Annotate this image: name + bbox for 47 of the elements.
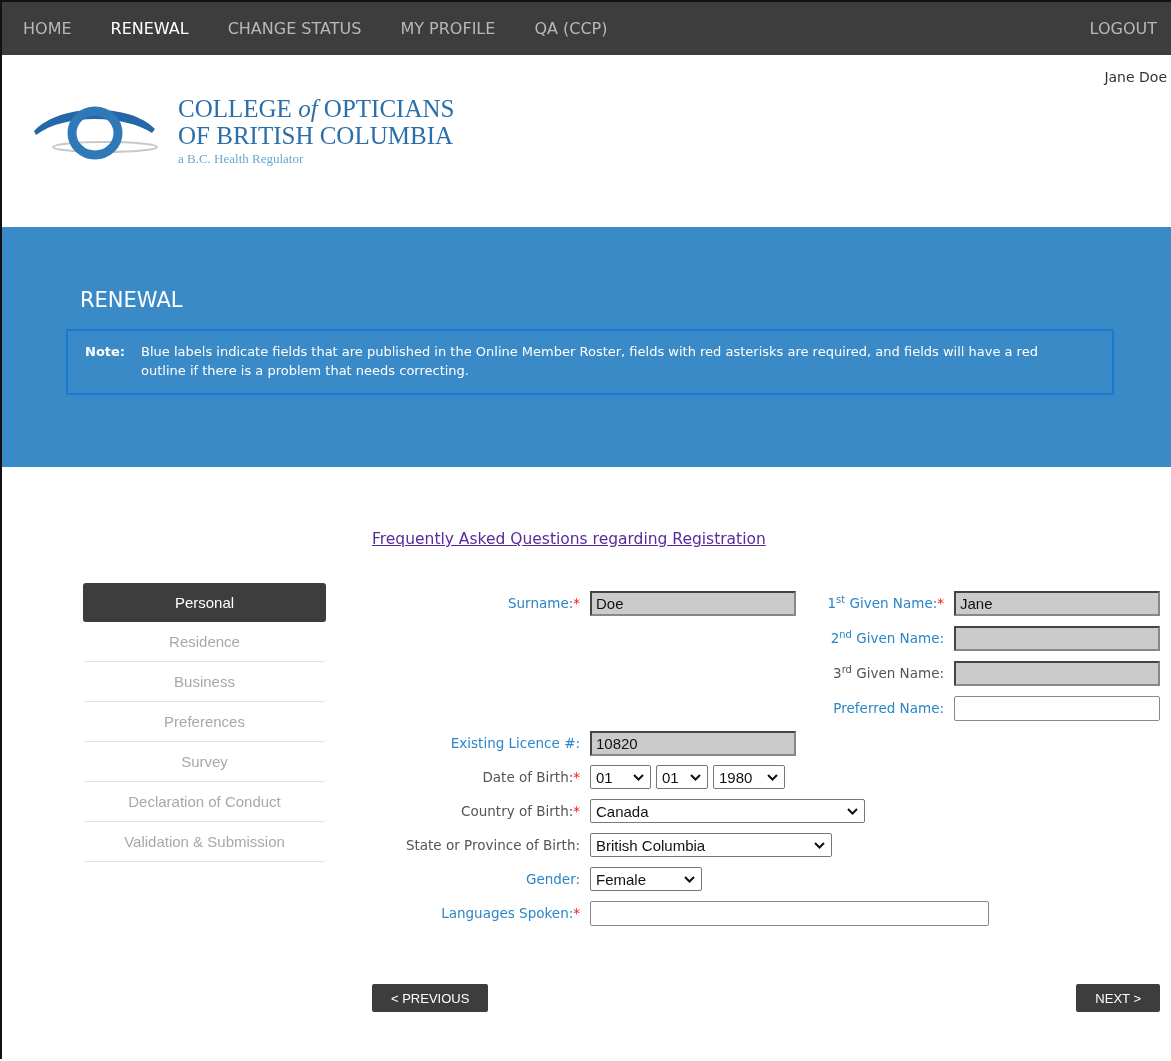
faq-link[interactable]: Frequently Asked Questions regarding Registration	[372, 530, 766, 548]
field-label: Existing Licence #:	[449, 735, 581, 751]
nav-tab[interactable]: HOME	[23, 19, 72, 38]
field-label: 3$^{rd}$ Given Name:	[832, 665, 945, 681]
nav-tab[interactable]: RENEWAL	[110, 19, 189, 38]
field-label: Preferred Name:	[832, 700, 945, 716]
text-field[interactable]	[954, 695, 1160, 721]
chevron-down-icon	[633, 773, 644, 781]
nav-tab[interactable]: MY PROFILE	[400, 19, 496, 38]
dropdown[interactable]: British Columbia	[590, 833, 832, 857]
field-label: 2$^{nd}$ Given Name:	[829, 630, 945, 646]
field-label: Surname:*	[506, 595, 581, 611]
chevron-down-icon	[684, 875, 695, 883]
chevron-down-icon	[847, 807, 858, 815]
chevron-down-icon	[767, 773, 778, 781]
chevron-down-icon	[690, 773, 701, 781]
user-name: Jane Doe	[1104, 69, 1167, 85]
dropdown[interactable]: Female	[590, 867, 702, 891]
text-field[interactable]	[954, 660, 1160, 686]
logo-text: COLLEGE of OPTICIANS	[178, 95, 455, 122]
field-label: 1$^{st}$ Given Name:*	[826, 595, 945, 611]
logo-text: OF BRITISH COLUMBIA	[178, 122, 455, 149]
chevron-down-icon	[814, 841, 825, 849]
dropdown[interactable]: 1980	[713, 765, 785, 789]
step-tab[interactable]: Personal	[83, 583, 326, 622]
field-label: Country of Birth:*	[460, 803, 581, 819]
text-field[interactable]: Doe	[590, 590, 796, 616]
dropdown[interactable]: 01	[590, 765, 651, 789]
previous-button[interactable]: < PREVIOUS	[372, 984, 489, 1012]
next-button[interactable]: NEXT >	[1076, 984, 1160, 1012]
text-field[interactable]	[954, 625, 1160, 651]
nav-tab[interactable]: QA (CCP)	[534, 19, 608, 38]
field-label: Languages Spoken:*	[440, 905, 581, 921]
field-label: Date of Birth:*	[481, 769, 581, 785]
field-label: State or Province of Birth:	[404, 837, 581, 853]
text-field[interactable]: 10820	[590, 730, 796, 756]
note-text: Blue labels indicate fields that are published in the Online Member Roster, fields with red asterisks are required, and fields will have a red outline if there is a problem that needs correcting.	[141, 343, 1039, 380]
logout-link[interactable]: LOGOUT	[1089, 19, 1157, 38]
dropdown[interactable]: 01	[656, 765, 708, 789]
nav-tab[interactable]: CHANGE STATUS	[227, 19, 362, 38]
text-field[interactable]: Jane	[954, 590, 1160, 616]
page-title: RENEWAL	[80, 288, 184, 312]
text-field[interactable]	[590, 900, 989, 926]
note-label: Note:	[85, 343, 126, 361]
dropdown[interactable]: Canada	[590, 799, 865, 823]
logo-tagline: a B.C. Health Regulator	[178, 151, 305, 167]
field-label: Gender:	[524, 871, 581, 887]
